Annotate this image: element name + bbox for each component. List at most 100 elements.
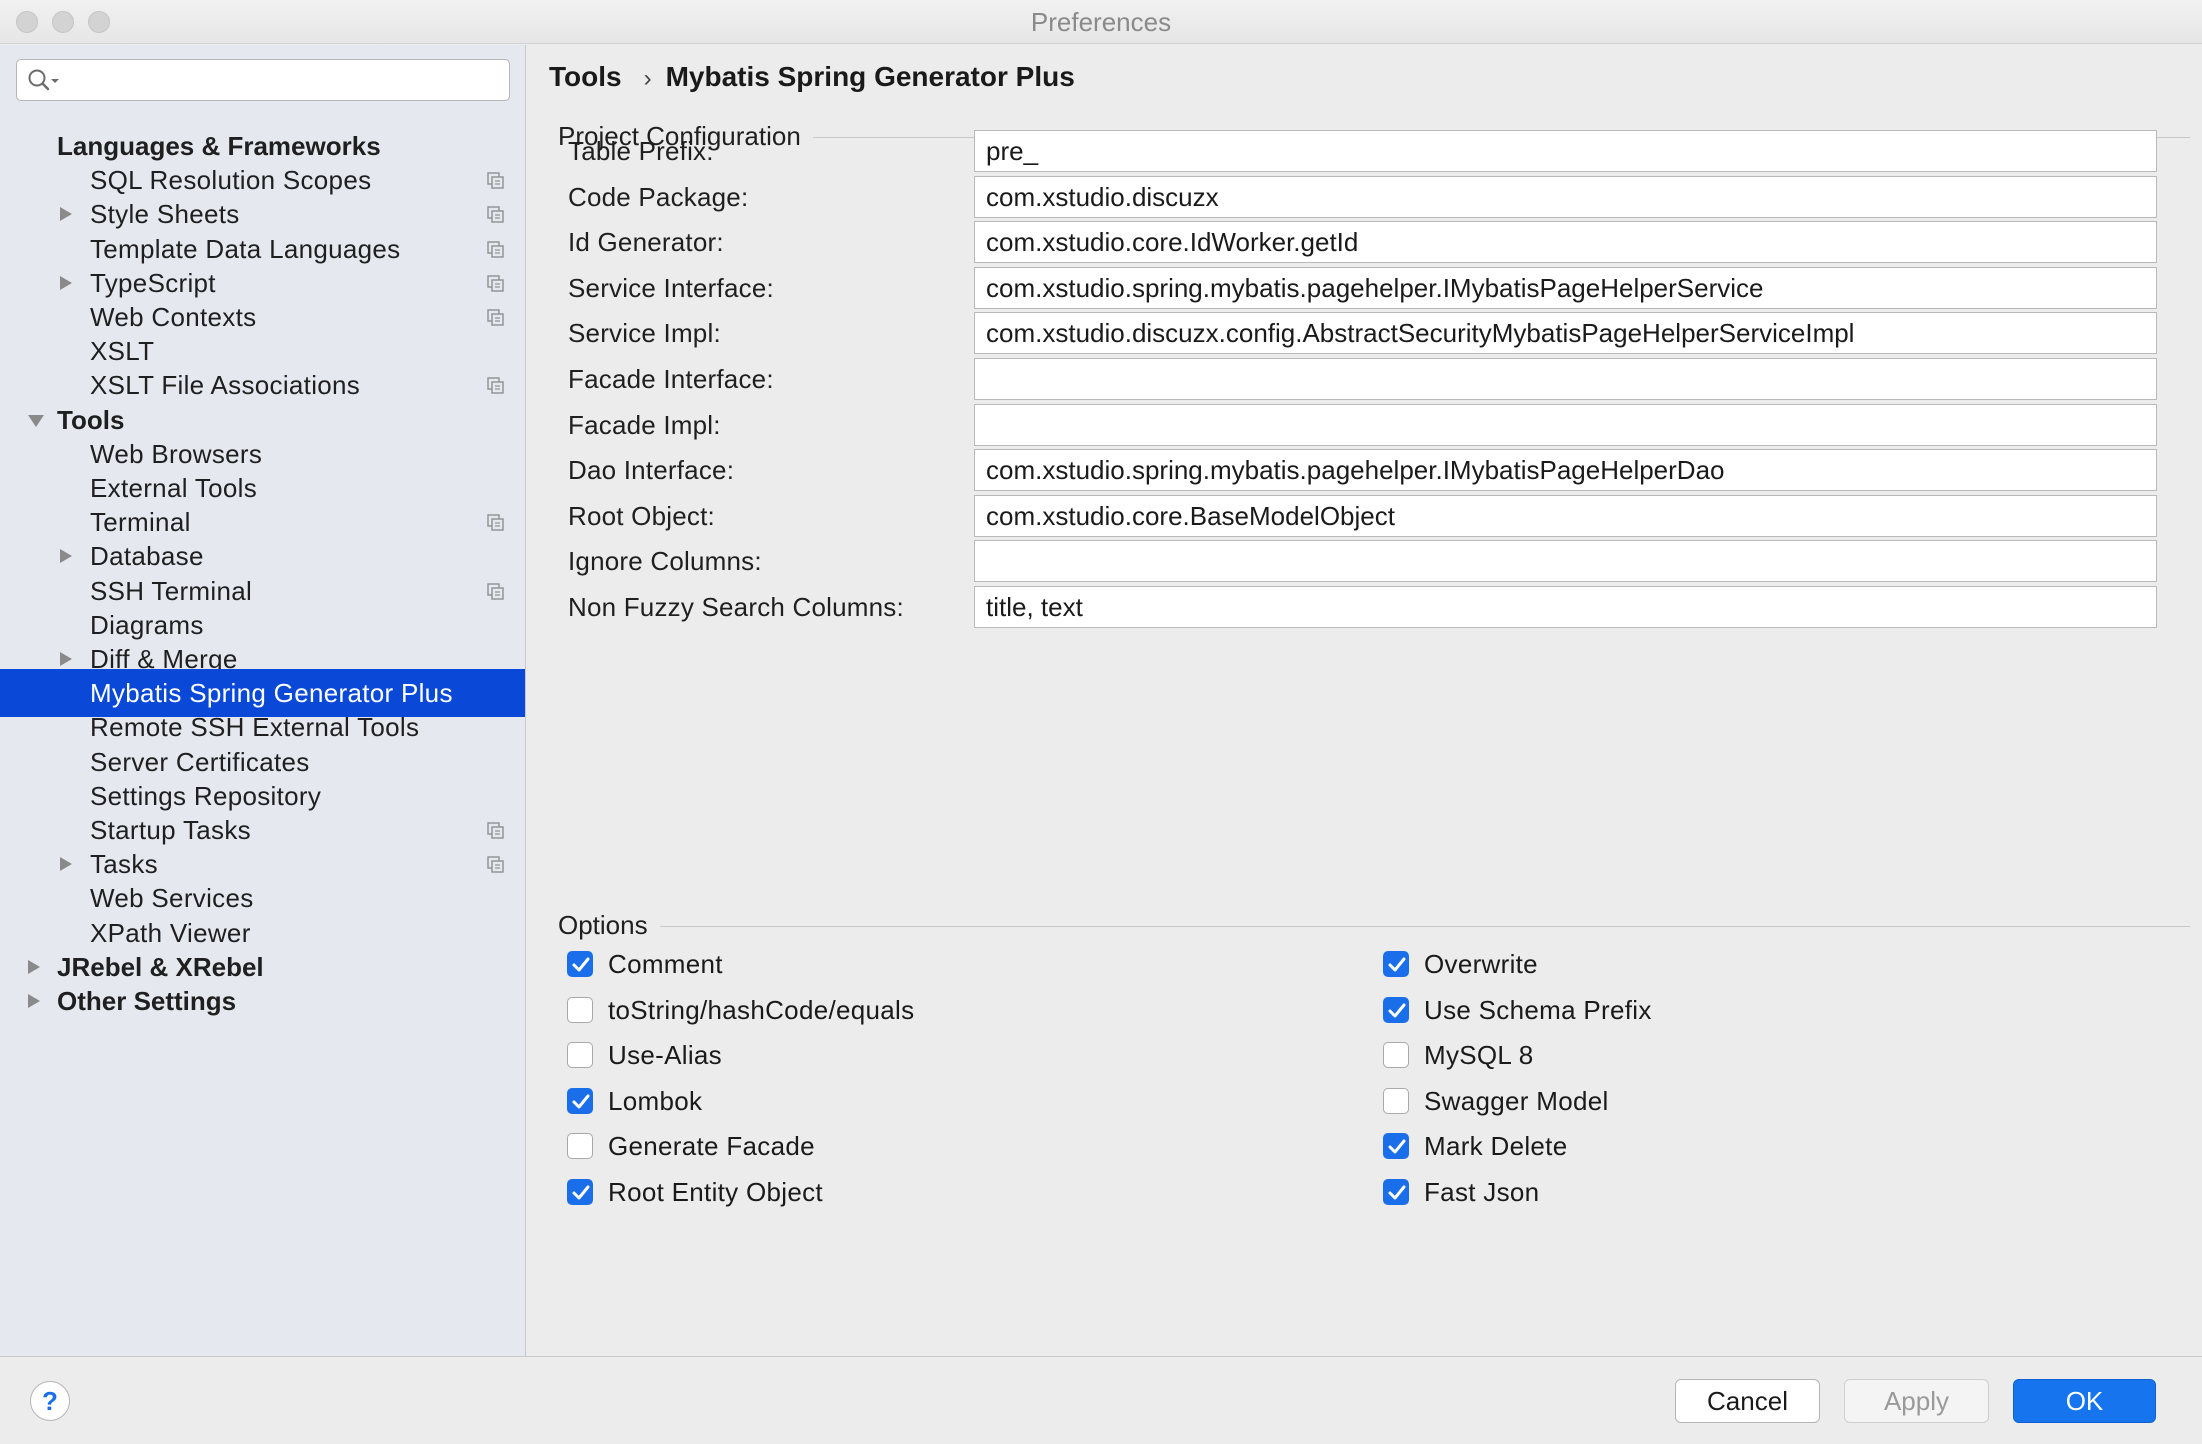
option-comment[interactable]: Comment — [567, 944, 1267, 984]
project-settings-icon — [487, 309, 504, 326]
settings-content: Tools › Mybatis Spring Generator Plus Proj… — [527, 45, 2202, 1356]
project-settings-icon — [487, 172, 504, 189]
field-label-facade-impl: Facade Impl: — [568, 409, 721, 440]
chevron-down-icon[interactable] — [28, 414, 44, 427]
project-settings-icon — [487, 275, 504, 292]
fast-json-checkbox[interactable] — [1383, 1179, 1409, 1205]
option-label: Swagger Model — [1424, 1085, 1609, 1116]
chevron-right-icon[interactable] — [60, 857, 72, 872]
comment-checkbox[interactable] — [567, 951, 593, 977]
project-settings-icon — [487, 582, 504, 600]
field-label-facade-interface: Facade Interface: — [568, 364, 774, 394]
table-prefix-input[interactable]: pre_ — [974, 130, 2157, 172]
chevron-right-icon[interactable] — [28, 994, 40, 1008]
cancel-button[interactable]: Cancel — [1675, 1379, 1820, 1423]
breadcrumb-parent[interactable]: Tools — [549, 61, 622, 92]
option-label: MySQL 8 — [1424, 1040, 1534, 1071]
option-generate-facade[interactable]: Generate Facade — [567, 1126, 1267, 1166]
section-divider — [558, 926, 2190, 927]
chevron-right-icon[interactable] — [60, 207, 72, 222]
option-tostring-hashcode-equals[interactable]: toString/hashCode/equals — [567, 990, 1267, 1030]
swagger-model-checkbox[interactable] — [1383, 1087, 1409, 1114]
breadcrumb: Tools › Mybatis Spring Generator Plus — [549, 59, 1075, 95]
generate-facade-checkbox[interactable] — [567, 1133, 593, 1160]
field-label-ignore-columns: Ignore Columns: — [568, 546, 762, 577]
service-interface-input[interactable]: com.xstudio.spring.mybatis.pagehelper.IM… — [974, 266, 2157, 309]
field-label-code-package: Code Package: — [568, 181, 749, 212]
mysql-8-checkbox[interactable] — [1383, 1042, 1409, 1069]
title-bar: Preferences — [0, 0, 2202, 44]
options-title: Options — [558, 910, 660, 941]
option-label: Root Entity Object — [608, 1177, 823, 1207]
chevron-right-icon[interactable] — [28, 959, 40, 974]
option-label: Use-Alias — [608, 1040, 722, 1071]
ok-button[interactable]: OK — [2013, 1379, 2156, 1423]
non-fuzzy-search-columns-input[interactable]: title, text — [974, 586, 2157, 628]
lombok-checkbox[interactable] — [567, 1087, 593, 1114]
overwrite-checkbox[interactable] — [1383, 951, 1409, 977]
option-label: Lombok — [608, 1085, 703, 1116]
project-settings-icon — [487, 514, 504, 531]
project-settings-icon — [487, 377, 504, 395]
sidebar-item-label: Other Settings — [57, 986, 237, 1016]
chevron-right-icon[interactable] — [60, 275, 72, 290]
breadcrumb-separator: › — [643, 65, 652, 92]
field-label-non-fuzzy-search-columns: Non Fuzzy Search Columns: — [568, 592, 904, 622]
apply-button[interactable]: Apply — [1844, 1379, 1989, 1423]
window-title: Preferences — [1030, 7, 1172, 37]
use-alias-checkbox[interactable] — [567, 1042, 593, 1069]
checkmark-icon — [1388, 1139, 1406, 1154]
id-generator-input[interactable]: com.xstudio.core.IdWorker.getId — [974, 221, 2157, 264]
code-package-input[interactable]: com.xstudio.discuzx — [974, 175, 2157, 218]
field-label-service-interface: Service Interface: — [568, 272, 774, 303]
checkmark-icon — [1388, 1185, 1406, 1200]
project-settings-icon — [487, 240, 504, 258]
settings-sidebar: Languages & Frameworks SQL Resolution Sco… — [0, 45, 526, 1356]
mark-delete-checkbox[interactable] — [1383, 1133, 1409, 1160]
option-label: Fast Json — [1424, 1177, 1540, 1207]
dialog-footer: ? Cancel Apply OK — [0, 1356, 2202, 1444]
option-label: Use Schema Prefix — [1424, 994, 1652, 1025]
facade-impl-input[interactable] — [974, 403, 2157, 446]
project-settings-icon — [487, 822, 504, 839]
option-label: Overwrite — [1424, 949, 1538, 979]
option-fast-json[interactable]: Fast Json — [1383, 1172, 2083, 1212]
root-entity-object-checkbox[interactable] — [567, 1179, 593, 1205]
option-overwrite[interactable]: Overwrite — [1383, 944, 2083, 984]
option-label: Mark Delete — [1424, 1131, 1568, 1162]
field-label-id-generator: Id Generator: — [568, 227, 724, 258]
option-label: toString/hashCode/equals — [608, 994, 915, 1025]
ignore-columns-input[interactable] — [974, 540, 2157, 583]
option-label: Generate Facade — [608, 1131, 815, 1162]
service-impl-input[interactable]: com.xstudio.discuzx.config.AbstractSecur… — [974, 312, 2157, 355]
chevron-right-icon[interactable] — [60, 652, 72, 666]
option-mysql-8[interactable]: MySQL 8 — [1383, 1035, 2083, 1075]
sidebar-item-other-settings[interactable]: Other Settings — [0, 977, 525, 1025]
checkmark-icon — [1388, 1003, 1406, 1018]
field-label-dao-interface: Dao Interface: — [568, 455, 735, 486]
option-mark-delete[interactable]: Mark Delete — [1383, 1126, 2083, 1166]
option-lombok[interactable]: Lombok — [567, 1081, 1267, 1121]
facade-interface-input[interactable] — [974, 358, 2157, 400]
option-label: Comment — [608, 949, 723, 979]
root-object-input[interactable]: com.xstudio.core.BaseModelObject — [974, 494, 2157, 537]
checkmark-icon — [572, 1094, 590, 1109]
help-button[interactable]: ? — [30, 1381, 70, 1421]
tostring-hashcode-equals-checkbox[interactable] — [567, 996, 593, 1023]
checkmark-icon — [572, 1185, 590, 1200]
use-schema-prefix-checkbox[interactable] — [1383, 996, 1409, 1023]
option-root-entity-object[interactable]: Root Entity Object — [567, 1172, 1267, 1212]
option-swagger-model[interactable]: Swagger Model — [1383, 1081, 2083, 1121]
field-label-table-prefix: Table Prefix: — [568, 136, 714, 166]
chevron-right-icon[interactable] — [60, 549, 72, 564]
option-use-schema-prefix[interactable]: Use Schema Prefix — [1383, 990, 2083, 1030]
field-label-root-object: Root Object: — [568, 500, 715, 531]
field-label-service-impl: Service Impl: — [568, 318, 721, 349]
checkmark-icon — [572, 957, 590, 972]
project-settings-icon — [487, 206, 504, 224]
breadcrumb-current: Mybatis Spring Generator Plus — [665, 61, 1075, 92]
search-icon — [28, 69, 59, 91]
option-use-alias[interactable]: Use-Alias — [567, 1035, 1267, 1075]
settings-search-input[interactable] — [16, 59, 510, 101]
dao-interface-input[interactable]: com.xstudio.spring.mybatis.pagehelper.IM… — [974, 449, 2157, 492]
